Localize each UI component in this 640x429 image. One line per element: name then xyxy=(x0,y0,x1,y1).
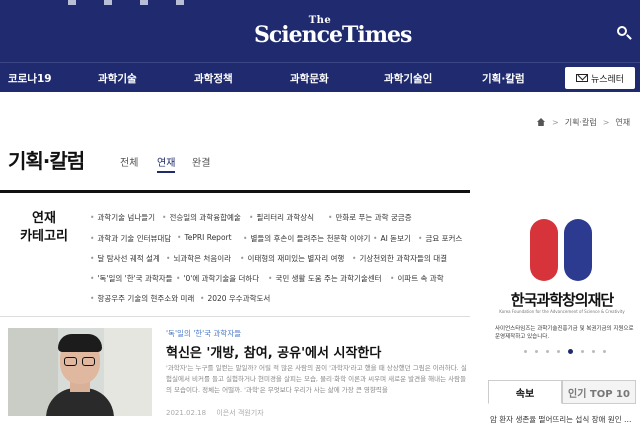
category-link[interactable]: 뇌과학은 처음이라 xyxy=(166,253,231,264)
category-link[interactable]: AI 돋보기 xyxy=(373,233,410,244)
newsletter-label: 뉴스레터 xyxy=(590,74,625,85)
category-link[interactable]: 전승일의 과학융합예술 xyxy=(162,212,240,223)
category-link[interactable]: 2020 우수과학도서 xyxy=(200,293,270,304)
category-link[interactable]: 별들의 후손이 들려주는 천문학 이야기 xyxy=(243,233,370,244)
sponsor-banner[interactable]: 한국과학창의재단 Korea Foundation for the Advanc… xyxy=(488,195,636,335)
category-link[interactable]: TePRI Report xyxy=(177,233,231,242)
page-title: 기획·칼럼 xyxy=(8,149,85,173)
news-list-item[interactable]: 암 환자 생존율 떨어뜨리는 섭식 장애 원인 … xyxy=(490,414,636,425)
category-heading: 연재 카테고리 xyxy=(20,211,68,244)
breadcrumb-item[interactable]: 기획·칼럼 xyxy=(565,117,597,128)
tab-completed[interactable]: 완결 xyxy=(192,154,210,169)
category-link[interactable]: 이파트 속 과학 xyxy=(390,273,443,284)
sponsor-name-en: Korea Foundation for the Advancement of … xyxy=(499,309,625,314)
list-divider xyxy=(0,316,470,317)
article-thumbnail[interactable] xyxy=(8,328,152,416)
category-link[interactable]: 국민 생활 도움 주는 과학기술센터 xyxy=(268,273,381,284)
utility-links[interactable] xyxy=(68,0,184,6)
tab-series[interactable]: 연재 xyxy=(157,154,176,173)
nav-item-science-policy[interactable]: 과학정책 xyxy=(194,71,233,86)
tab-top10[interactable]: 인기 TOP 10 xyxy=(562,380,636,404)
nav-item-column[interactable]: 기획·칼럼 xyxy=(482,71,525,86)
article-title[interactable]: 혁신은 '개방, 참여, 공유'에서 시작한다 xyxy=(166,342,381,361)
category-link[interactable]: 과학과 기술 인터뷰대담 xyxy=(90,233,171,244)
site-logo[interactable]: The ScienceTimes xyxy=(254,16,412,47)
article-meta: 2021.02.18 이은서 객원기자 xyxy=(166,408,272,418)
section-divider xyxy=(0,190,470,193)
category-link[interactable]: '독'일의 '한'국 과학자들 xyxy=(90,273,172,284)
sponsor-logo-mark xyxy=(530,219,558,281)
search-icon[interactable] xyxy=(616,25,632,41)
category-link[interactable]: 달 탐사선 궤적 설계 xyxy=(90,253,159,264)
tab-breaking-news[interactable]: 속보 xyxy=(488,380,562,404)
category-link[interactable]: 과학기술 넘나들기 xyxy=(90,212,155,223)
banner-pagination[interactable] xyxy=(524,349,606,354)
nav-item-science-culture[interactable]: 과학문화 xyxy=(290,71,329,86)
category-link[interactable]: 만화로 푸는 과학 궁금증 xyxy=(328,212,411,223)
newsletter-button[interactable]: 뉴스레터 xyxy=(565,67,635,89)
breadcrumb: > 기획·칼럼 > 연재 xyxy=(536,117,630,128)
category-link[interactable]: '0'에 과학기술을 더하다 xyxy=(176,273,259,284)
category-link[interactable]: 이태형의 재미있는 별자리 여행 xyxy=(240,253,344,264)
sponsor-name: 한국과학창의재단 xyxy=(510,291,614,309)
site-header: The ScienceTimes xyxy=(0,0,640,62)
sidebar-tabs: 속보 인기 TOP 10 xyxy=(488,380,636,404)
funding-note: 사이언스타임즈는 과학기술진흥기금 및 복권기금의 지원으로 운영제작하고 있습… xyxy=(495,326,634,340)
category-link[interactable]: 금요 포커스 xyxy=(418,233,462,244)
category-link[interactable]: 기상천외한 과학자들의 대결 xyxy=(352,253,447,264)
main-nav: 코로나19 과학기술 과학정책 과학문화 과학기술인 기획·칼럼 뉴스레터 xyxy=(0,62,640,92)
nav-item-scientists[interactable]: 과학기술인 xyxy=(384,71,432,86)
nav-item-covid19[interactable]: 코로나19 xyxy=(8,71,52,86)
category-link[interactable]: 항공우주 기술의 현주소와 미래 xyxy=(90,293,194,304)
article-date: 2021.02.18 xyxy=(166,409,207,417)
category-link[interactable]: 필리터리 과학상식 xyxy=(249,212,314,223)
article-summary: '과학자'는 누구를 일컫는 말일까? 어릴 적 많은 사람의 꿈이 '과학자'… xyxy=(166,364,467,394)
article-category[interactable]: '독'일의 '한'국 과학자들 xyxy=(166,328,241,339)
tab-all[interactable]: 전체 xyxy=(120,154,138,169)
nav-item-science-tech[interactable]: 과학기술 xyxy=(98,71,137,86)
home-icon[interactable] xyxy=(536,118,546,127)
breadcrumb-item[interactable]: 연재 xyxy=(615,117,630,128)
article-author: 이은서 객원기자 xyxy=(216,409,264,417)
envelope-icon xyxy=(575,74,588,82)
